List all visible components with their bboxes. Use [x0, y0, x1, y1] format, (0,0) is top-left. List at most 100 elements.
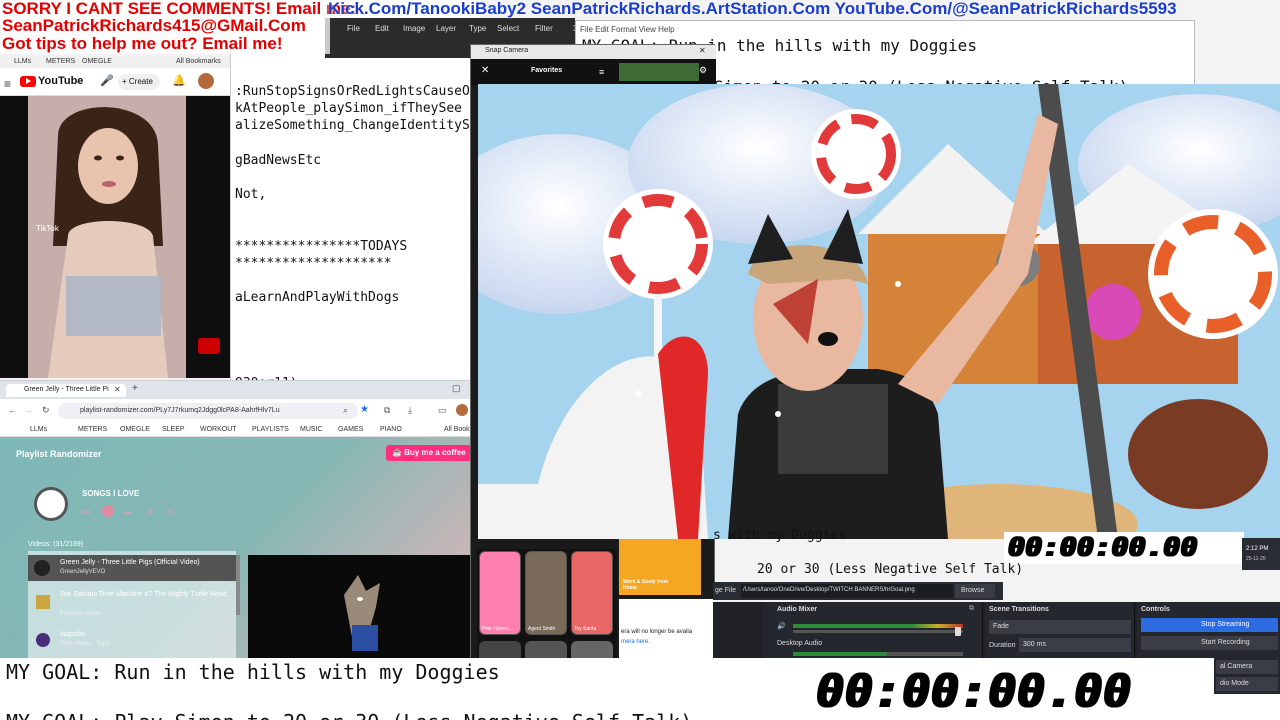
virtual-camera-button[interactable]: al Camera	[1216, 660, 1278, 674]
banner-links: Kick.Com/TanookiBaby2 SeanPatrickRichard…	[328, 0, 1177, 18]
play-glyph-icon	[26, 78, 31, 84]
duration-input[interactable]: 300 ms	[1019, 638, 1131, 652]
bookmark-all[interactable]: All Bookmarks	[176, 58, 221, 65]
search-icon[interactable]: ⌕	[77, 74, 83, 87]
snap-settings-icon[interactable]: ⚙	[699, 65, 707, 76]
bm-workout[interactable]: WORKOUT	[200, 426, 237, 433]
back-icon[interactable]: ←	[8, 405, 17, 415]
tiktok-video: TikTok	[28, 96, 186, 378]
next-icon[interactable]: ⏭	[124, 507, 132, 518]
clock-date: 25-11-25	[1246, 556, 1266, 562]
extensions-icon[interactable]: ⧉	[384, 405, 390, 416]
editor-menu-item[interactable]: Image	[403, 24, 425, 33]
tab-close-icon[interactable]: ✕	[114, 385, 121, 394]
promo-banner[interactable]: Work & Study from Home	[619, 539, 701, 595]
new-tab-icon[interactable]: +	[132, 383, 138, 394]
editor-menu-item[interactable]: Type	[469, 24, 486, 33]
snap-back-icon[interactable]: ✕	[481, 65, 489, 76]
lens-name: Pink Haired...	[482, 626, 513, 632]
dock-menu-icon[interactable]: ⧉	[969, 605, 974, 613]
reload-icon[interactable]: ↻	[42, 405, 50, 416]
browse-button[interactable]: Browse	[955, 584, 995, 598]
create-button[interactable]: + Create	[118, 74, 160, 90]
list-item[interactable]: Hapsibu Chris Music · Topic	[28, 627, 236, 655]
forward-icon[interactable]: →	[24, 405, 33, 415]
youtube-video[interactable]: TikTok	[0, 96, 230, 378]
play-button[interactable]	[102, 505, 114, 517]
obs-extra-controls: al Camera dio Mode	[1214, 658, 1280, 694]
start-recording-button[interactable]: Start Recording	[1141, 636, 1278, 650]
playlist-name: SONGS I LOVE	[82, 489, 140, 498]
notepad-line: kAtPeople_playSimon_ifTheySee	[235, 101, 462, 117]
notice-link[interactable]: mera here.	[621, 639, 650, 645]
cartoon-wolf-image	[344, 575, 380, 651]
bm-music[interactable]: MUSIC	[300, 426, 323, 433]
bm-games[interactable]: GAMES	[338, 426, 363, 433]
snap-title: Snap Camera	[485, 47, 529, 54]
favorites-label: Favorites	[531, 67, 563, 74]
notepad-line: gBadNewsEtc	[235, 152, 322, 168]
repeat-icon[interactable]: ⟲	[166, 507, 174, 518]
stop-streaming-button[interactable]: Stop Streaming	[1141, 618, 1278, 632]
profile-avatar[interactable]	[456, 404, 468, 416]
editor-menu-item[interactable]: Layer	[436, 24, 456, 33]
snap-close-icon[interactable]: ✕	[699, 46, 706, 55]
playlist-thumbnail-icon	[34, 487, 68, 521]
desktop-audio-label: Desktop Audio	[777, 640, 823, 647]
song-title: Green Jelly - Three Little Pigs (Officia…	[60, 559, 200, 566]
studio-mode-button[interactable]: dio Mode	[1216, 677, 1278, 691]
prev-icon[interactable]: ⏮	[82, 507, 90, 518]
bookmark-meters[interactable]: METERS	[46, 58, 75, 65]
editor-menu-item[interactable]: Filter	[535, 24, 553, 33]
page-title: Playlist Randomizer	[16, 449, 102, 459]
bm-sleep[interactable]: SLEEP	[162, 426, 185, 433]
editor-menu-item[interactable]: File	[347, 24, 360, 33]
bm-omegle[interactable]: OMEGLE	[120, 426, 150, 433]
menu-icon[interactable]: ≡	[4, 77, 11, 91]
sidebar-icon[interactable]: ▭	[438, 405, 447, 416]
clock-time: 2:12 PM	[1246, 546, 1269, 552]
notepad-line: aLearnAndPlayWithDogs	[235, 290, 400, 306]
shuffle-icon[interactable]: ✕	[146, 507, 154, 518]
snap-menu-icon[interactable]: ≡	[599, 67, 604, 77]
volume-slider[interactable]	[793, 627, 963, 636]
lens-card[interactable]: Toy Santa	[571, 551, 613, 635]
editor-menu-item[interactable]: Edit	[375, 24, 389, 33]
playlist-video-player[interactable]	[248, 555, 472, 661]
address-bar[interactable]: playlist-randomizer.com/PLy7J7rkumq2Jdgg…	[58, 403, 358, 419]
transition-select[interactable]: Fade	[989, 620, 1131, 634]
obs-file-row: ge File /Users/tanoo/OneDrive/Desktop/TW…	[713, 582, 1003, 600]
file-path-input[interactable]: /Users/tanoo/OneDrive/Desktop/TWITCH BAN…	[741, 584, 953, 598]
lens-card[interactable]: Pink Haired...	[479, 551, 521, 635]
window-restore-icon[interactable]: ▢	[452, 383, 461, 394]
bm-meters[interactable]: METERS	[78, 426, 107, 433]
bm-llms[interactable]: LLMs	[30, 426, 47, 433]
bookmark-llms[interactable]: LLMs	[14, 58, 31, 65]
buy-coffee-button[interactable]: ☕ Buy me a coffee	[386, 445, 472, 461]
scene-transitions-title: Scene Transitions	[989, 606, 1049, 613]
song-channel: GreenJellyVEVO	[60, 569, 106, 575]
song-channel: Farewell Hanks	[60, 611, 102, 617]
coffee-label: Buy me a coffee	[404, 448, 466, 457]
list-item[interactable]: Green Jelly - Three Little Pigs (Officia…	[28, 555, 236, 581]
downloads-icon[interactable]: ⤓	[408, 405, 412, 416]
bookmark-star-icon[interactable]: ★	[360, 404, 369, 415]
list-item[interactable]: Joe Satriani Time Machine #7 The Mighty …	[28, 587, 236, 621]
volume-slider-handle[interactable]	[955, 627, 961, 636]
bell-icon[interactable]: 🔔	[172, 74, 186, 87]
editor-menu-item[interactable]: Select	[497, 24, 519, 33]
speaker-icon[interactable]: 🔊	[777, 622, 786, 630]
bm-piano[interactable]: PIANO	[380, 426, 402, 433]
avatar[interactable]	[198, 73, 214, 89]
mic-icon[interactable]: 🎤	[100, 74, 114, 87]
lens-card[interactable]: Agent Smith	[525, 551, 567, 635]
bookmark-omegle[interactable]: OMEGLE	[82, 58, 112, 65]
file-label: ge File	[715, 587, 737, 594]
lens-name: Toy Santa	[574, 626, 597, 632]
browser-tab[interactable]: Green Jelly - Three Little Pi	[6, 384, 126, 397]
zoom-icon[interactable]: ⌕	[343, 405, 348, 416]
list-scrollbar[interactable]	[236, 555, 240, 615]
create-label: Create	[128, 77, 153, 86]
notepad-line: ********************	[235, 256, 392, 271]
bm-playlists[interactable]: PLAYLISTS	[252, 426, 289, 433]
